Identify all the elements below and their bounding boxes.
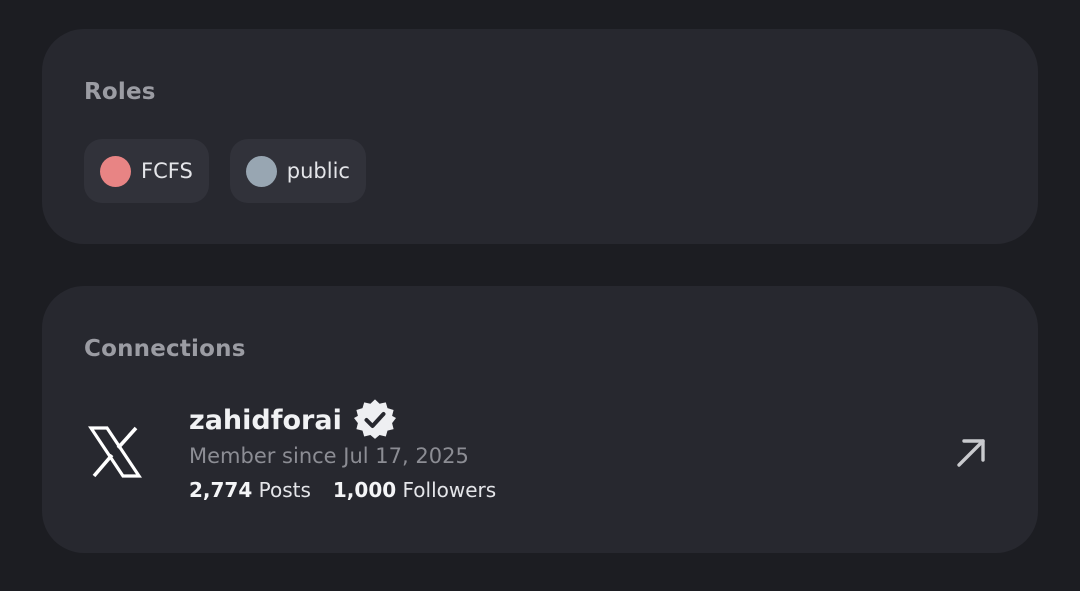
roles-section: Roles FCFS public xyxy=(42,29,1038,244)
followers-count: 1,000 xyxy=(332,478,397,502)
role-list: FCFS public xyxy=(84,139,366,203)
role-label: FCFS xyxy=(141,159,193,183)
role-chip-public[interactable]: public xyxy=(229,139,366,203)
posts-stat: 2,774 Posts xyxy=(189,478,311,502)
role-color-dot xyxy=(100,155,131,187)
roles-heading: Roles xyxy=(84,79,156,105)
connection-info: zahidforai Member since Jul 17, 2025 2,7… xyxy=(189,399,496,502)
connection-username: zahidforai xyxy=(189,404,342,436)
connections-heading: Connections xyxy=(84,336,246,362)
followers-label: Followers xyxy=(402,478,497,502)
connection-item-x[interactable]: zahidforai Member since Jul 17, 2025 2,7… xyxy=(42,396,1038,506)
posts-count: 2,774 xyxy=(189,478,253,502)
x-logo-icon xyxy=(88,426,142,478)
role-label: public xyxy=(286,159,350,183)
verified-badge-icon xyxy=(353,399,396,439)
role-color-dot xyxy=(245,155,277,187)
connection-name-row: zahidforai xyxy=(189,399,496,440)
connection-member-since: Member since Jul 17, 2025 xyxy=(189,444,469,468)
connection-stats: 2,774 Posts 1,000 Followers xyxy=(189,478,496,502)
connections-section: Connections zahidforai Member since Jul … xyxy=(42,286,1038,553)
posts-label: Posts xyxy=(258,478,311,502)
followers-stat: 1,000 Followers xyxy=(333,478,496,502)
external-link-arrow-icon[interactable] xyxy=(954,436,988,470)
role-chip-fcfs[interactable]: FCFS xyxy=(84,139,209,203)
